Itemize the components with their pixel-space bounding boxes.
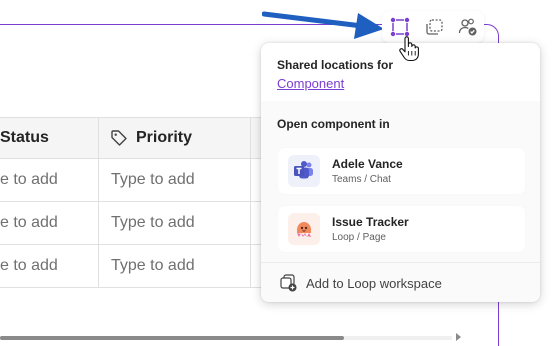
location-title: Issue Tracker — [332, 215, 409, 229]
component-link[interactable]: Component — [277, 76, 344, 91]
component-frame-corner — [484, 24, 499, 41]
annotation-arrow-icon — [262, 11, 384, 39]
scroll-right-arrow-icon[interactable] — [456, 333, 461, 341]
location-card-issue-tracker[interactable]: Issue Tracker Loop / Page — [278, 206, 525, 252]
column-divider — [98, 245, 99, 287]
column-divider — [98, 118, 99, 158]
table-header: Status Priority — [0, 117, 262, 159]
shared-locations-popup: Shared locations for Component Open comp… — [261, 43, 540, 302]
add-to-loop-workspace-button[interactable]: Add to Loop workspace — [261, 262, 540, 302]
component-select-icon — [390, 17, 410, 37]
add-to-loop-workspace-label: Add to Loop workspace — [306, 275, 442, 291]
share-people-button[interactable] — [452, 11, 484, 43]
location-subtitle: Loop / Page — [332, 232, 386, 243]
people-check-icon — [458, 18, 477, 36]
priority-cell[interactable]: Type to add — [111, 159, 195, 201]
column-header-status[interactable]: Status — [0, 118, 49, 158]
horizontal-scrollbar[interactable] — [0, 336, 452, 340]
column-divider — [98, 202, 99, 244]
scrollbar-thumb[interactable] — [0, 336, 344, 340]
status-cell[interactable]: e to add — [0, 202, 58, 244]
status-cell[interactable]: e to add — [0, 159, 58, 201]
table-row: e to add Type to add — [0, 202, 262, 245]
table-row: e to add Type to add — [0, 245, 262, 288]
priority-cell[interactable]: Type to add — [111, 202, 195, 244]
loop-page-icon — [288, 213, 320, 245]
location-subtitle: Teams / Chat — [332, 174, 391, 185]
table-row: e to add Type to add — [0, 159, 262, 202]
column-header-priority-label: Priority — [136, 129, 193, 146]
priority-cell[interactable]: Type to add — [111, 245, 195, 287]
data-table: Status Priority e to add Type to add e t… — [0, 117, 262, 288]
column-divider — [250, 117, 251, 288]
location-card-adele-vance[interactable]: Adele Vance Teams / Chat — [278, 148, 525, 194]
tag-icon — [111, 130, 127, 146]
copy-component-button[interactable] — [418, 11, 450, 43]
loop-workspace-add-icon — [280, 274, 297, 292]
teams-icon — [288, 155, 320, 187]
column-divider — [98, 159, 99, 201]
location-title: Adele Vance — [332, 157, 403, 171]
column-header-priority[interactable]: Priority — [110, 118, 192, 158]
copy-component-icon — [426, 19, 443, 35]
status-cell[interactable]: e to add — [0, 245, 58, 287]
hand-cursor-icon — [399, 36, 419, 62]
open-component-in-label: Open component in — [277, 117, 390, 131]
